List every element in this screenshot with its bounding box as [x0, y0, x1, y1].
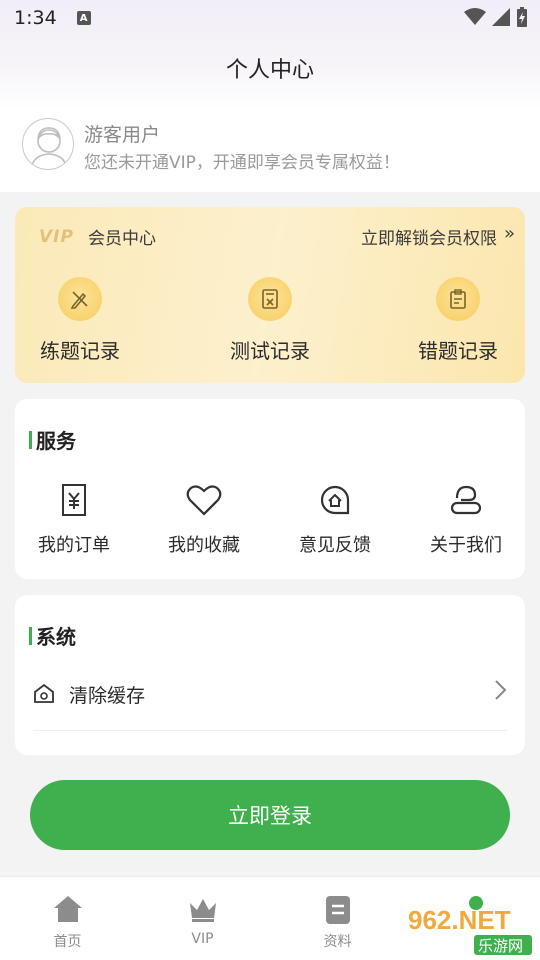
- heart-icon: [145, 481, 263, 519]
- wifi-icon: [464, 8, 486, 25]
- section-title-services: 服务: [29, 425, 76, 454]
- vip-item-error-records[interactable]: 错题记录: [393, 277, 523, 364]
- section-accent-bar: [29, 626, 32, 645]
- signal-icon: [492, 8, 510, 26]
- watermark-text-top: 962.NET: [408, 905, 511, 935]
- status-icons: [464, 7, 528, 27]
- home-icon: [33, 683, 55, 707]
- document-icon: [325, 895, 351, 929]
- vip-logo: VIP: [39, 227, 74, 247]
- profile-section[interactable]: 游客用户 您还未开通VIP，开通即享会员专属权益！: [0, 108, 540, 192]
- service-item-label: 我的订单: [38, 535, 110, 556]
- clipboard-error-icon: [436, 277, 480, 321]
- clear-cache-row[interactable]: 清除缓存: [33, 675, 507, 731]
- page-title: 个人中心: [225, 58, 314, 83]
- service-item-orders[interactable]: 我的订单: [15, 481, 133, 557]
- tab-label: 资料: [323, 934, 352, 950]
- service-item-label: 我的收藏: [168, 535, 240, 556]
- section-title-text: 服务: [36, 429, 76, 453]
- clear-cache-label: 清除缓存: [69, 685, 146, 707]
- vip-item-label: 测试记录: [230, 339, 310, 363]
- double-chevron-right-icon[interactable]: »: [504, 223, 515, 244]
- service-item-label: 关于我们: [430, 535, 502, 556]
- vip-item-practice-records[interactable]: 练题记录: [15, 277, 145, 364]
- about-icon: [407, 481, 525, 519]
- tab-label: VIP: [191, 931, 214, 947]
- tab-home[interactable]: 首页: [0, 877, 135, 960]
- vip-item-label: 练题记录: [40, 339, 120, 363]
- section-accent-bar: [29, 430, 32, 449]
- home-icon: [53, 895, 83, 927]
- avatar[interactable]: [22, 118, 74, 170]
- status-time: 1:34: [14, 7, 57, 29]
- services-card: 服务 我的订单 我的收藏 意见反馈 关于我们: [15, 399, 525, 579]
- login-button[interactable]: 立即登录: [30, 780, 510, 850]
- crown-icon: [187, 895, 219, 927]
- section-title-system: 系统: [29, 621, 76, 650]
- profile-subtitle: 您还未开通VIP，开通即享会员专属权益！: [84, 153, 400, 173]
- chevron-right-icon: [493, 679, 507, 705]
- vip-item-test-records[interactable]: 测试记录: [205, 277, 335, 364]
- vip-center-label[interactable]: 会员中心: [88, 224, 156, 249]
- section-title-text: 系统: [36, 625, 76, 649]
- vip-item-label: 错题记录: [418, 339, 498, 363]
- order-icon: [15, 481, 133, 519]
- pencil-ruler-icon: [58, 277, 102, 321]
- service-item-label: 意见反馈: [299, 535, 371, 556]
- tab-label: 首页: [53, 934, 82, 950]
- vip-card[interactable]: VIP 会员中心 立即解锁会员权限 » 练题记录 测试记录 错题记录: [15, 207, 525, 383]
- service-item-feedback[interactable]: 意见反馈: [276, 481, 394, 557]
- watermark: 962.NET 乐游网: [404, 895, 534, 957]
- test-paper-icon: [248, 277, 292, 321]
- tab-vip[interactable]: VIP: [135, 877, 270, 960]
- profile-name[interactable]: 游客用户: [84, 120, 160, 147]
- battery-icon: [517, 7, 527, 27]
- service-item-about[interactable]: 关于我们: [407, 481, 525, 557]
- notification-icon: A: [76, 11, 91, 25]
- feedback-icon: [276, 481, 394, 519]
- status-bar: 1:34 A: [0, 0, 540, 36]
- watermark-text-bottom: 乐游网: [478, 937, 523, 955]
- system-card: 系统 清除缓存: [15, 595, 525, 755]
- user-avatar-icon: [30, 127, 68, 169]
- tab-materials[interactable]: 资料: [270, 877, 405, 960]
- vip-unlock-link[interactable]: 立即解锁会员权限: [361, 224, 497, 249]
- service-item-favorites[interactable]: 我的收藏: [145, 481, 263, 557]
